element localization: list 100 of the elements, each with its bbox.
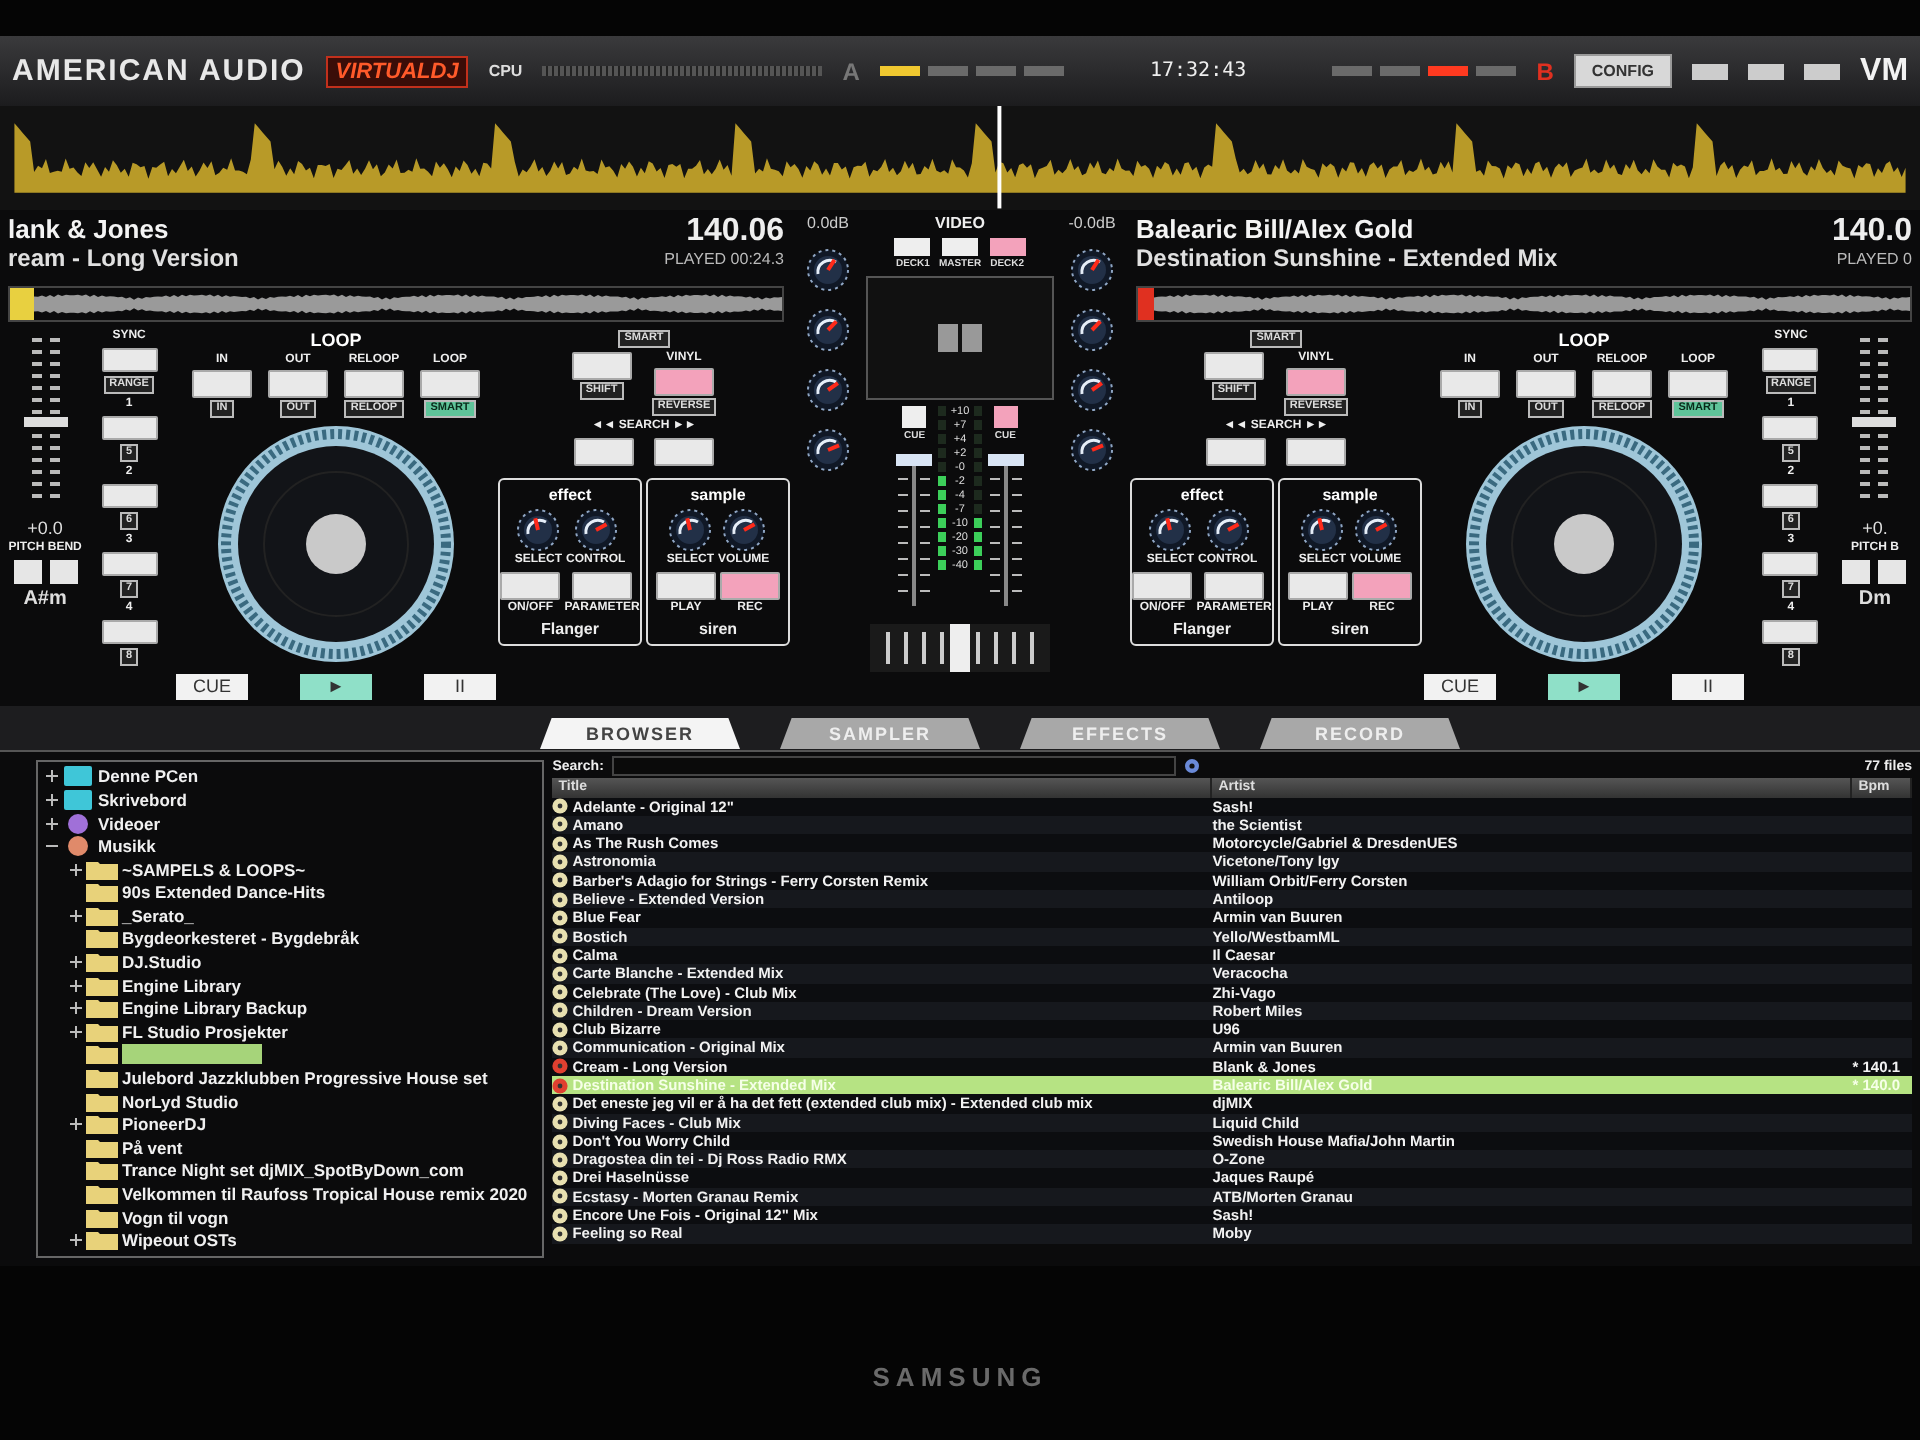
knob[interactable] — [806, 427, 850, 472]
cue-button[interactable]: CUE — [1424, 673, 1496, 700]
volume-fader[interactable] — [896, 449, 933, 610]
crossfader[interactable] — [870, 623, 1050, 672]
settings-icon[interactable] — [1183, 758, 1200, 775]
folder-tree-item[interactable]: _Serato_ — [70, 904, 535, 928]
knob[interactable] — [668, 507, 713, 552]
hotcue-button[interactable] — [101, 415, 158, 440]
fx-button[interactable] — [656, 571, 716, 600]
pad-button[interactable] — [574, 437, 634, 466]
loop-button[interactable] — [1592, 369, 1652, 398]
knob[interactable] — [1070, 427, 1114, 472]
collapse-icon[interactable] — [46, 840, 58, 853]
knob[interactable] — [1205, 507, 1250, 552]
folder-tree-item[interactable]: Engine Library Backup — [70, 996, 535, 1021]
folder-tree-item[interactable]: FL Studio Prosjekter — [70, 1020, 535, 1044]
fx-button[interactable] — [500, 571, 561, 600]
folder-tree-item[interactable]: PioneerDJ — [70, 1112, 535, 1137]
pad-button[interactable] — [1286, 437, 1346, 466]
sync-button[interactable] — [1762, 347, 1819, 372]
expand-icon[interactable] — [70, 1234, 82, 1247]
knob[interactable] — [806, 307, 850, 352]
knob[interactable] — [1070, 307, 1114, 352]
knob[interactable] — [516, 507, 561, 552]
expand-icon[interactable] — [70, 1118, 82, 1131]
window-button[interactable] — [1748, 63, 1785, 80]
knob[interactable] — [1148, 507, 1193, 552]
folder-tree-item[interactable]: NorLyd Studio — [70, 1089, 535, 1113]
pad-button[interactable] — [653, 367, 714, 396]
fx-button[interactable] — [1204, 571, 1264, 600]
loop-button[interactable] — [1668, 369, 1728, 398]
folder-tree-item[interactable]: ~SAMPELS & LOOPS~ — [70, 857, 535, 881]
cue-button[interactable]: CUE — [176, 673, 248, 700]
folder-tree-item[interactable]: Engine Library — [70, 973, 535, 997]
expand-icon[interactable] — [46, 817, 58, 830]
fx-button[interactable] — [1352, 571, 1412, 600]
expand-icon[interactable] — [70, 956, 82, 969]
loop-button[interactable] — [192, 369, 252, 398]
folder-tree-item[interactable]: Musikk — [46, 834, 535, 858]
pad-button[interactable] — [1203, 351, 1264, 380]
fx-button[interactable] — [1132, 571, 1193, 600]
loop-button[interactable] — [1516, 369, 1576, 398]
config-button[interactable]: CONFIG — [1573, 54, 1673, 89]
folder-tree-item[interactable]: Denne PCen — [46, 765, 535, 789]
pause-button[interactable]: II — [1672, 673, 1744, 700]
fx-button[interactable] — [1288, 571, 1348, 600]
track-overview-waveform[interactable] — [1136, 285, 1912, 322]
close-button[interactable] — [1804, 63, 1841, 80]
hotcue-button[interactable] — [101, 483, 158, 508]
hotcue-button[interactable] — [1762, 415, 1819, 440]
hotcue-button[interactable] — [101, 551, 158, 576]
folder-tree-item[interactable]: Vogn til vogn — [70, 1205, 535, 1229]
folder-tree-item[interactable]: Videoer — [46, 811, 535, 835]
play-button[interactable]: ► — [1548, 673, 1620, 700]
loop-button[interactable] — [1440, 369, 1500, 398]
expand-icon[interactable] — [46, 793, 58, 806]
expand-icon[interactable] — [70, 909, 82, 922]
expand-icon[interactable] — [70, 979, 82, 992]
volume-fader[interactable] — [987, 449, 1024, 610]
pad-button[interactable] — [654, 437, 714, 466]
tab[interactable]: BROWSER — [540, 717, 740, 750]
folder-tree-item[interactable]: Velkommen til Raufoss Tropical House remix 2020 — [70, 1182, 535, 1206]
window-button[interactable] — [1692, 63, 1729, 80]
hotcue-button[interactable] — [1762, 483, 1819, 508]
folder-tree-item[interactable]: DJ.Studio — [70, 950, 535, 974]
folder-tree-item[interactable]: Bygdeorkesteret - Bygdebråk — [70, 927, 535, 951]
pause-button[interactable]: II — [424, 673, 496, 700]
hotcue-button[interactable] — [1762, 619, 1819, 644]
folder-tree-item[interactable]: Trance Night set djMIX_SpotByDown_com — [70, 1159, 535, 1183]
jog-wheel[interactable] — [1462, 421, 1706, 666]
sync-button[interactable] — [101, 347, 158, 372]
loop-button[interactable] — [420, 369, 480, 398]
pitch-bend-button[interactable] — [1878, 559, 1907, 584]
pad-button[interactable] — [1206, 437, 1266, 466]
search-field[interactable] — [611, 756, 1176, 777]
fx-button[interactable] — [720, 571, 780, 600]
folder-tree-item[interactable]: Skrivebord — [46, 788, 535, 812]
expand-icon[interactable] — [46, 770, 58, 783]
pitch-bend-button[interactable] — [1842, 559, 1871, 584]
track-overview-waveform[interactable] — [8, 285, 784, 322]
expand-icon[interactable] — [70, 863, 82, 876]
folder-tree-item[interactable]: 90s Extended Dance-Hits — [70, 881, 535, 905]
knob[interactable] — [721, 507, 766, 552]
pad-button[interactable] — [571, 351, 632, 380]
play-button[interactable]: ► — [300, 673, 372, 700]
knob[interactable] — [1070, 247, 1114, 292]
knob[interactable] — [573, 507, 618, 552]
knob[interactable] — [806, 367, 850, 412]
loop-button[interactable] — [344, 369, 404, 398]
loop-button[interactable] — [268, 369, 328, 398]
hotcue-button[interactable] — [101, 619, 158, 644]
knob[interactable] — [1300, 507, 1345, 552]
folder-tree-item[interactable]: På vent — [70, 1136, 535, 1160]
pad-button[interactable] — [1285, 367, 1346, 396]
expand-icon[interactable] — [70, 1025, 82, 1038]
knob[interactable] — [1070, 367, 1114, 412]
pitch-bend-button[interactable] — [49, 559, 78, 584]
pitch-bend-button[interactable] — [13, 559, 42, 584]
fx-button[interactable] — [572, 571, 632, 600]
knob[interactable] — [1353, 507, 1398, 552]
